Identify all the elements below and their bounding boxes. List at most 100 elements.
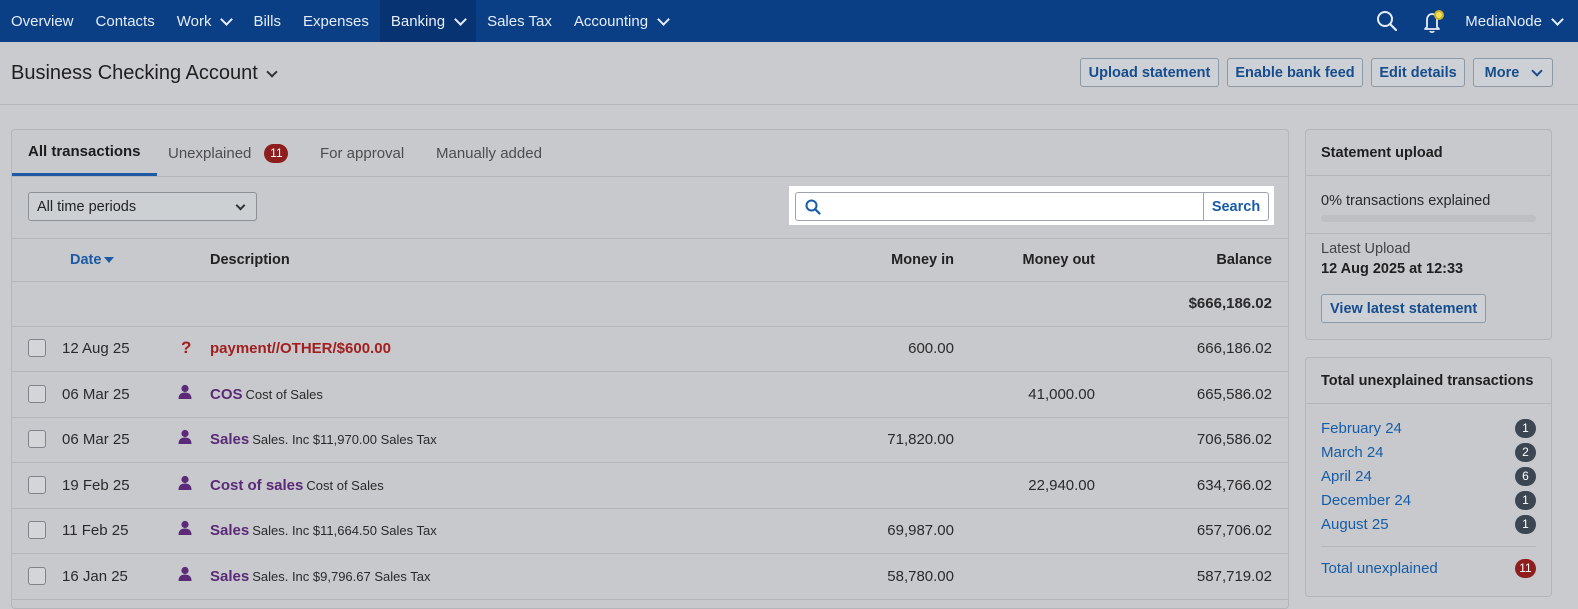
chevron-down-icon bbox=[220, 12, 234, 26]
unexplained-month-row: December 24 1 bbox=[1321, 489, 1536, 511]
month-count-badge: 1 bbox=[1515, 514, 1536, 534]
row-balance: 587,719.02 bbox=[1196, 568, 1272, 585]
total-unexplained-badge: 11 bbox=[1515, 558, 1536, 578]
divider bbox=[1321, 546, 1536, 547]
row-checkbox[interactable] bbox=[28, 339, 46, 357]
row-detail: Sales. Inc $11,664.50 Sales Tax bbox=[252, 523, 437, 539]
month-count-badge: 1 bbox=[1515, 490, 1536, 510]
edit-details-button[interactable]: Edit details bbox=[1371, 58, 1465, 87]
nav-work-label: Work bbox=[176, 12, 212, 30]
nav-expenses[interactable]: Expenses bbox=[292, 0, 380, 42]
nav-contacts[interactable]: Contacts bbox=[85, 0, 166, 42]
row-checkbox[interactable] bbox=[28, 384, 46, 403]
latest-upload-value: 12 Aug 2025 at 12:33 bbox=[1321, 261, 1464, 277]
tab-manually-added[interactable]: Manually added bbox=[436, 130, 542, 176]
nav-overview[interactable]: Overview bbox=[0, 0, 85, 42]
row-date: 19 Feb 25 bbox=[62, 476, 130, 494]
row-date: 12 Aug 25 bbox=[62, 340, 130, 357]
row-money-in: 58,780.00 bbox=[887, 568, 954, 585]
row-description[interactable]: Cost of sales Cost of Sales bbox=[210, 477, 384, 494]
top-navigation: Overview Contacts Work Bills Expenses Ba… bbox=[0, 0, 1578, 42]
table-row[interactable]: 06 Mar 25 COS Cost of Sales 41,000.00 665,58… bbox=[12, 373, 1288, 418]
statement-upload-title: Statement upload bbox=[1321, 145, 1443, 161]
table-row[interactable]: 11 Feb 25 Sales Sales. Inc $11,664.50 Sale… bbox=[12, 509, 1288, 555]
row-date: 16 Jan 25 bbox=[62, 568, 128, 585]
row-checkbox[interactable] bbox=[28, 430, 46, 449]
table-row[interactable]: 19 Feb 25 Cost of sales Cost of Sales 22,94… bbox=[12, 464, 1288, 509]
month-link[interactable]: March 24 bbox=[1321, 444, 1384, 461]
row-money-in: 71,820.00 bbox=[887, 431, 954, 449]
person-icon bbox=[178, 566, 192, 584]
nav-sales-tax[interactable]: Sales Tax bbox=[476, 0, 563, 42]
question-icon: ? bbox=[178, 338, 192, 357]
table-header: Date Description Money in Money out Bala… bbox=[12, 238, 1288, 282]
row-checkbox[interactable] bbox=[28, 567, 46, 585]
divider bbox=[1306, 233, 1551, 234]
row-category: Sales bbox=[210, 568, 250, 585]
table-row[interactable]: 16 Jan 25 Sales Sales. Inc $9,796.67 Sales… bbox=[12, 555, 1288, 600]
unexplained-month-row: February 24 1 bbox=[1321, 417, 1536, 439]
month-count-badge: 6 bbox=[1515, 466, 1536, 486]
date-header-label: Date bbox=[70, 252, 102, 268]
account-title-text: Business Checking Account bbox=[11, 62, 258, 84]
month-link[interactable]: December 24 bbox=[1321, 492, 1411, 509]
tab-unexplained[interactable]: Unexplained 11 bbox=[168, 130, 289, 176]
row-description[interactable]: COS Cost of Sales bbox=[210, 386, 323, 403]
table-row[interactable]: 12 Aug 25? payment//OTHER/$600.00 600.00 66… bbox=[12, 327, 1288, 372]
explained-text: 0% transactions explained bbox=[1321, 193, 1491, 209]
row-detail: Sales. Inc $9,796.67 Sales Tax bbox=[252, 569, 431, 584]
tab-for-approval[interactable]: For approval bbox=[320, 130, 404, 176]
row-detail: Cost of Sales bbox=[306, 477, 384, 493]
nav-banking-label: Banking bbox=[390, 12, 446, 30]
row-money-in: 69,987.00 bbox=[887, 522, 954, 540]
transaction-tabs: All transactions Unexplained 11 For appro… bbox=[12, 130, 1288, 177]
transactions-panel: All transactions Unexplained 11 For appro… bbox=[11, 129, 1289, 609]
nav-work[interactable]: Work bbox=[166, 0, 243, 42]
account-title[interactable]: Business Checking Account bbox=[11, 62, 278, 85]
person-icon bbox=[178, 475, 192, 493]
opening-balance: $666,186.02 bbox=[1188, 295, 1272, 312]
row-balance: 634,766.02 bbox=[1196, 476, 1272, 494]
month-link[interactable]: August 25 bbox=[1321, 516, 1389, 533]
tab-unexplained-label: Unexplained bbox=[168, 144, 252, 162]
chevron-down-icon bbox=[657, 12, 670, 26]
date-column-header[interactable]: Date bbox=[70, 252, 115, 268]
nav-accounting-label: Accounting bbox=[573, 12, 649, 30]
money-out-column-header: Money out bbox=[1022, 252, 1096, 268]
row-balance: 665,586.02 bbox=[1196, 385, 1272, 403]
nav-banking[interactable]: Banking bbox=[379, 0, 477, 42]
enable-bank-feed-button[interactable]: Enable bank feed bbox=[1227, 58, 1363, 87]
unexplained-count-badge: 11 bbox=[264, 143, 289, 163]
row-description[interactable]: Sales Sales. Inc $11,970.00 Sales Tax bbox=[210, 431, 437, 448]
bell-icon[interactable] bbox=[1419, 7, 1447, 35]
sort-descending-icon bbox=[104, 257, 115, 264]
tab-all-transactions[interactable]: All transactions bbox=[12, 130, 157, 176]
nav-accounting[interactable]: Accounting bbox=[563, 0, 679, 42]
row-checkbox[interactable] bbox=[28, 475, 46, 494]
row-description[interactable]: payment//OTHER/$600.00 bbox=[210, 340, 394, 357]
unexplained-summary-card: Total unexplained transactions February … bbox=[1305, 357, 1552, 597]
view-latest-statement-button[interactable]: View latest statement bbox=[1321, 294, 1487, 323]
row-description[interactable]: Sales Sales. Inc $11,664.50 Sales Tax bbox=[210, 522, 437, 539]
search-button[interactable]: Search bbox=[1203, 193, 1268, 220]
search-input[interactable] bbox=[796, 193, 1203, 220]
month-link[interactable]: February 24 bbox=[1321, 420, 1402, 437]
row-category: COS bbox=[210, 385, 243, 403]
org-switcher[interactable]: MediaNode bbox=[1465, 13, 1564, 30]
table-row[interactable]: 06 Mar 25 Sales Sales. Inc $11,970.00 Sale… bbox=[12, 418, 1288, 464]
search-icon[interactable] bbox=[1373, 7, 1401, 35]
row-description[interactable]: Sales Sales. Inc $9,796.67 Sales Tax bbox=[210, 568, 430, 585]
nav-right: MediaNode bbox=[1373, 0, 1578, 42]
month-link[interactable]: April 24 bbox=[1321, 468, 1372, 485]
row-balance: 657,706.02 bbox=[1196, 522, 1272, 540]
divider bbox=[1306, 403, 1551, 404]
total-unexplained-link[interactable]: Total unexplained bbox=[1321, 560, 1438, 577]
row-checkbox[interactable] bbox=[28, 521, 46, 540]
nav-bills[interactable]: Bills bbox=[242, 0, 292, 42]
chevron-down-icon bbox=[266, 65, 278, 78]
page-header: Business Checking Account Upload stateme… bbox=[0, 42, 1578, 105]
more-button[interactable]: More bbox=[1473, 58, 1553, 87]
upload-statement-button[interactable]: Upload statement bbox=[1080, 58, 1219, 87]
time-period-select[interactable]: All time periods bbox=[28, 192, 257, 221]
row-detail: Sales. Inc $11,970.00 Sales Tax bbox=[252, 432, 437, 448]
